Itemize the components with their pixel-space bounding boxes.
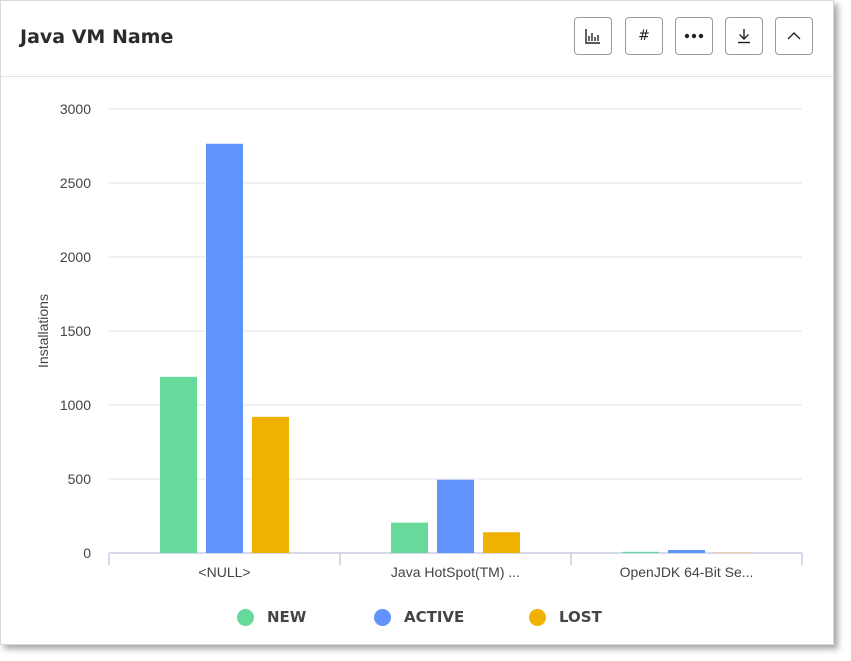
legend-label-new: NEW [267, 608, 307, 626]
legend-dot-lost [529, 608, 546, 626]
page-title: Java VM Name [20, 26, 174, 48]
bar-new-1 [391, 522, 428, 553]
card-header: Java VM Name # [1, 1, 833, 77]
x-tick-label: OpenJDK 64-Bit Se... [620, 564, 754, 580]
chart-type-button[interactable] [574, 17, 612, 55]
number-format-button[interactable]: # [625, 17, 663, 55]
y-tick-label: 1000 [60, 397, 91, 413]
bar-lost-0 [252, 416, 289, 553]
bar-active-1 [437, 479, 474, 553]
legend-item-active[interactable]: ACTIVE [374, 608, 464, 626]
legend-dot-new [237, 608, 254, 626]
y-tick-label: 2500 [60, 175, 91, 191]
y-axis-label: Installations [35, 294, 51, 368]
y-tick-label: 0 [83, 545, 91, 561]
y-tick-label: 1500 [60, 323, 91, 339]
more-options-button[interactable] [675, 17, 713, 55]
chart-legend: NEW ACTIVE LOST [1, 608, 833, 630]
y-tick-label: 500 [68, 471, 92, 487]
bar-chart-icon [585, 29, 600, 44]
legend-item-lost[interactable]: LOST [529, 608, 602, 626]
bar-active-0 [206, 143, 243, 553]
download-button[interactable] [725, 17, 763, 55]
bar-chart: 0 500 1000 1500 2000 2500 3000 <NULL> Java HotSp… [35, 101, 803, 580]
bar-new-0 [160, 376, 197, 553]
y-tick-label: 2000 [60, 249, 91, 265]
bar-lost-1 [483, 532, 520, 553]
download-icon [738, 29, 750, 44]
x-tick-label: Java HotSpot(TM) ... [391, 564, 520, 580]
x-tick-label: <NULL> [198, 564, 250, 580]
legend-item-new[interactable]: NEW [237, 608, 306, 626]
collapse-button[interactable] [775, 17, 813, 55]
chart-area: 0 500 1000 1500 2000 2500 3000 <NULL> Java HotSp… [1, 77, 833, 597]
hash-icon: # [638, 28, 650, 44]
more-horizontal-icon [684, 33, 704, 39]
chevron-up-icon [787, 32, 801, 40]
bar-active-2 [668, 550, 705, 553]
legend-label-active: ACTIVE [404, 608, 465, 626]
chart-card: Java VM Name # 0 500 1000 1500 2000 2500… [0, 0, 834, 645]
legend-label-lost: LOST [559, 608, 602, 626]
y-tick-label: 3000 [60, 101, 91, 117]
legend-dot-active [374, 608, 391, 626]
bar-new-2 [622, 551, 659, 553]
